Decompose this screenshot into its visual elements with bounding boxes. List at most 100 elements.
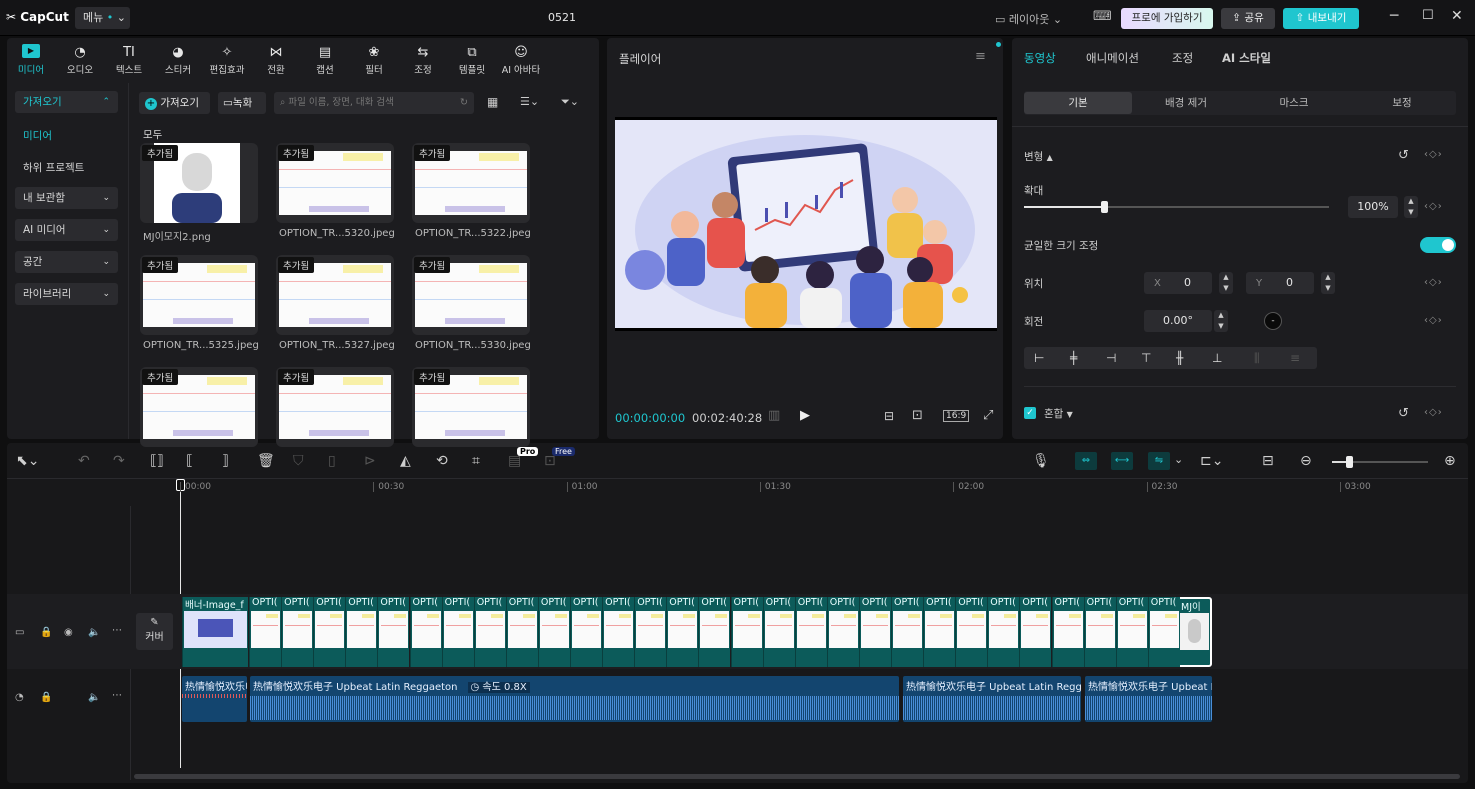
undo-icon[interactable]: ↶ [78,453,90,469]
align-left-icon[interactable]: ⊢ [1034,347,1044,369]
y-stepper[interactable]: ▲ ▼ [1321,272,1335,294]
position-x-field[interactable]: X0 [1144,272,1212,294]
video-clip-avatar[interactable]: MJ이 [1177,597,1212,667]
sort-icon[interactable]: ☰⌄ [520,95,539,108]
zoom-slider[interactable] [1332,456,1428,468]
menu-button[interactable]: 메뉴 • ⌄ [75,7,130,29]
align-center-v-icon[interactable]: ╫ [1176,347,1183,369]
scale-slider[interactable] [1024,201,1329,213]
maximize-icon[interactable]: ☐ [1422,8,1434,23]
split-right-icon[interactable]: ⟧ [222,453,229,469]
media-thumbnail[interactable]: 추가됨 [140,143,258,223]
blend-checkbox[interactable]: ✓ [1024,407,1036,419]
sidebar-media[interactable]: 미디어 [23,128,52,143]
media-thumbnail[interactable]: 추가됨 [412,143,530,223]
video-clip-option[interactable]: OPTI( [923,597,956,667]
zoom-out-icon[interactable]: ⊖ [1300,453,1312,469]
select-tool-icon[interactable]: ⬉⌄ [16,453,39,469]
play-icon[interactable]: ▶ [800,408,810,423]
tab-avatar[interactable]: ☺ AI 아바타 [499,44,543,76]
video-clip-option[interactable]: OPTI( [955,597,988,667]
video-clip-option[interactable]: OPTI( [1051,597,1084,667]
video-clip-option[interactable]: OPTI( [698,597,731,667]
scale-value[interactable]: 100% [1348,196,1398,218]
microphone-icon[interactable]: 🎙 [1032,453,1050,469]
video-clip-option[interactable]: OPTI( [281,597,314,667]
reset-icon[interactable]: ↺ [1398,148,1409,163]
lock-icon[interactable]: 🔒 [40,692,52,703]
audio-clip[interactable]: 热情愉悦欢乐电子 Upbeat Latin Reggaeton ◷ 속도 0.8X [250,676,899,722]
video-clip-option[interactable]: OPTI( [441,597,474,667]
video-clip-option[interactable]: OPTI( [537,597,570,667]
video-clip-option[interactable]: OPTI( [345,597,378,667]
split-icon[interactable]: ⟦⟧ [150,453,164,469]
video-clip-option[interactable]: OPTI( [505,597,538,667]
snap-button[interactable]: ⟷ [1111,452,1133,470]
caption-toggle-icon[interactable]: ⊟ [1262,453,1274,469]
timeline-view-icon[interactable]: ▥ [768,408,780,423]
link-button[interactable]: ⇋ [1148,452,1170,470]
video-clip-option[interactable]: OPTI( [377,597,410,667]
import-button[interactable]: + 가져오기 [139,92,210,114]
main-track-magnet-button[interactable]: ⇔ [1075,452,1097,470]
video-clip-option[interactable]: OPTI( [666,597,699,667]
scale-stepper[interactable]: ▲ ▼ [1404,196,1418,218]
align-top-icon[interactable]: ⊤ [1141,347,1151,369]
rotation-dial-icon[interactable]: - [1264,312,1282,330]
sidebar-library[interactable]: 라이브러리 ⌄ [15,283,118,305]
crop-icon[interactable]: ⌗ [472,453,480,469]
sidebar-import[interactable]: 가져오기 ⌃ [15,91,118,113]
screenshot-icon[interactable]: ⊡ [912,408,923,423]
video-clip-option[interactable]: OPTI( [570,597,602,667]
sidebar-my-storage[interactable]: 내 보관함 ⌄ [15,187,118,209]
align-right-icon[interactable]: ⊣ [1106,347,1116,369]
join-pro-button[interactable]: 프로에 가입하기 [1121,8,1213,29]
video-clip-option[interactable]: OPTI( [602,597,635,667]
video-clip-option[interactable]: OPTI( [987,597,1020,667]
fullscreen-icon[interactable]: ⤢ [983,408,993,423]
minimize-icon[interactable]: ─ [1390,8,1398,24]
close-icon[interactable]: ✕ [1451,8,1463,24]
delete-icon[interactable]: 🗑 [257,453,275,469]
preview-axis-icon[interactable]: ⊏⌄ [1200,453,1223,469]
mirror-icon[interactable]: ◭ [400,453,411,469]
video-clip-option[interactable]: OPTI( [794,597,827,667]
media-thumbnail[interactable]: 추가됨 [140,255,258,335]
more-icon[interactable]: ⋯ [112,690,122,701]
media-thumbnail[interactable]: 추가됨 [276,143,394,223]
rotation-stepper[interactable]: ▲ ▼ [1214,310,1228,332]
props-tab[interactable]: 동영상 [1024,50,1056,66]
video-clip-option[interactable]: OPTI( [826,597,859,667]
record-button[interactable]: ▭녹화 [218,92,266,114]
tab-audio[interactable]: ◔ 오디오 [58,44,102,76]
tab-effects[interactable]: ✧ 편집효과 [205,44,249,76]
sidebar-sub-project[interactable]: 하위 프로젝트 [23,160,84,175]
props-subtab[interactable]: 보정 [1348,92,1456,114]
position-y-field[interactable]: Y0 [1246,272,1314,294]
video-clip-option[interactable]: OPTI( [634,597,667,667]
video-clip-option[interactable]: OPTI( [409,597,442,667]
tab-transition[interactable]: ⋈ 전환 [254,44,298,76]
x-stepper[interactable]: ▲ ▼ [1219,272,1233,294]
props-tab[interactable]: 조정 [1172,50,1193,66]
media-thumbnail[interactable]: 추가됨 [140,367,258,447]
video-clip-option[interactable]: OPTI( [762,597,795,667]
share-button[interactable]: ⇪ 공유 [1221,8,1275,29]
layout-button[interactable]: ▭ 레이아웃 ⌄ [995,11,1062,27]
search-input[interactable]: ⌕ 파일 이름, 장면, 대화 검색 ↻ [274,92,474,114]
video-clip-option[interactable]: OPTI( [1147,597,1180,667]
align-bottom-icon[interactable]: ⊥ [1212,347,1222,369]
align-center-h-icon[interactable]: ╪ [1070,347,1077,369]
horizontal-scrollbar[interactable] [134,774,1460,779]
keyframe-icon[interactable]: ‹◇› [1424,407,1443,418]
more-icon[interactable]: ⋯ [112,625,122,636]
aspect-ratio-button[interactable]: 16:9 [943,410,970,422]
uniform-scale-toggle[interactable] [1420,237,1456,253]
zoom-in-icon[interactable]: ⊕ [1444,453,1456,469]
tab-media[interactable]: ▶ 미디어 [9,44,53,76]
refresh-icon[interactable]: ↻ [460,92,468,114]
blend-label[interactable]: 혼합 ▼ [1044,406,1073,421]
tab-adjust[interactable]: ⇆ 조정 [401,44,445,76]
volume-icon[interactable]: 🔈 [88,627,100,638]
grid-view-icon[interactable]: ▦ [487,95,498,109]
